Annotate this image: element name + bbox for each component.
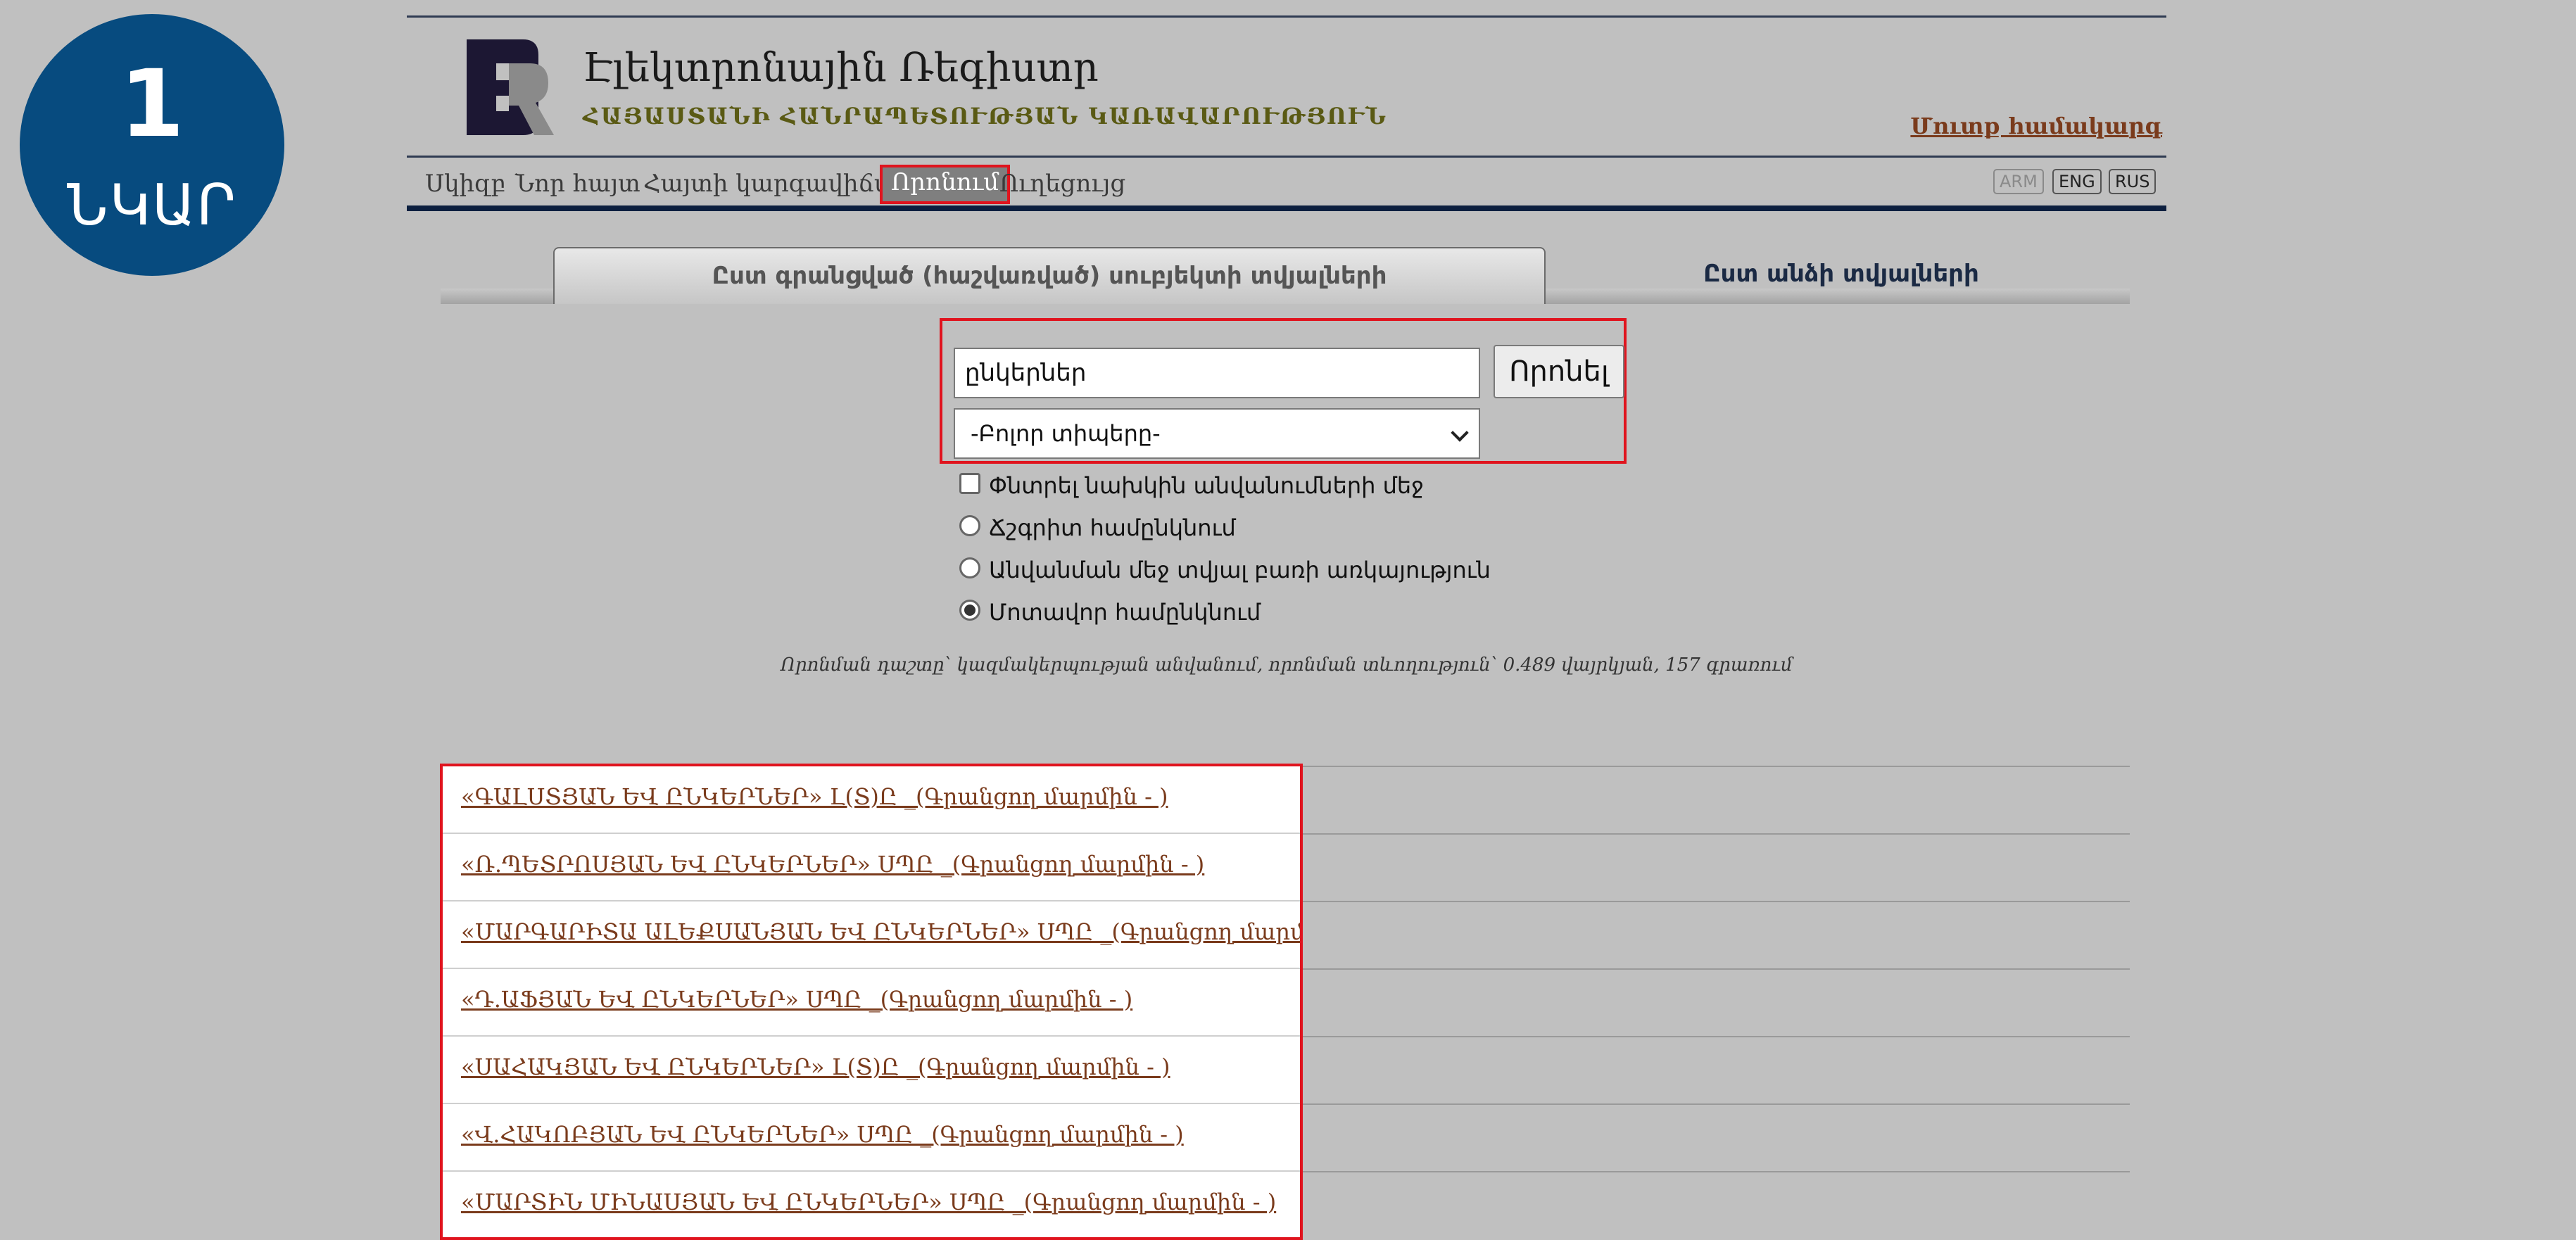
page-container: Էլեկտրոնային Ռեգիստր ՀԱՅԱՍՏԱՆԻ ՀԱՆՐԱՊԵՏՈ… [407,0,2166,1240]
er-logo-icon [467,39,554,135]
step-word: ՆԿԱՐ [67,172,237,238]
exact-match-radio[interactable] [959,515,980,536]
entity-type-select[interactable]: -Բոլոր տիպերը- [954,408,1480,459]
result-row: «ՍԱՀԱԿՅԱՆ ԵՎ ԸՆԿԵՐՆԵՐ» Լ(Տ)Ը _(Գրանցող մ… [443,1037,1300,1104]
result-link[interactable]: «Ռ.ՊԵՏՐՈՍՅԱՆ ԵՎ ԸՆԿԵՐՆԵՐ» ՍՊԸ _(Գրանցող … [461,851,1204,878]
lang-eng-button[interactable]: ENG [2052,169,2102,194]
lang-rus-button[interactable]: RUS [2109,169,2157,194]
previous-names-label: Փնտրել նախկին անվանումների մեջ [989,472,1425,499]
site-title: Էլեկտրոնային Ռեգիստր [583,45,1099,91]
chevron-down-icon [1451,424,1469,442]
result-row: «Ռ.ՊԵՏՐՈՍՅԱՆ ԵՎ ԸՆԿԵՐՆԵՐ» ՍՊԸ _(Գրանցող … [443,834,1300,901]
nav-application-status[interactable]: Հայտի կարգավիճակ [643,166,911,201]
search-button[interactable]: Որոնել [1494,345,1624,398]
nav-bottom-rule [407,205,2166,211]
result-link[interactable]: «ՍԱՀԱԿՅԱՆ ԵՎ ԸՆԿԵՐՆԵՐ» Լ(Տ)Ը _(Գրանցող մ… [461,1054,1170,1080]
result-link[interactable]: «Դ.ԱՖՅԱՆ ԵՎ ԸՆԿԵՐՆԵՐ» ՍՊԸ _(Գրանցող մարմ… [461,986,1132,1013]
tab-by-person[interactable]: Ըստ անձի տվյալների [1553,247,2130,300]
result-row: «ՄԱՐԳԱՐԻՏԱ ԱԼԵՔՍԱՆՅԱՆ ԵՎ ԸՆԿԵՐՆԵՐ» ՍՊԸ _… [443,901,1300,969]
step-badge: 1 ՆԿԱՐ [20,14,284,276]
header-top-rule [407,15,2166,18]
result-link[interactable]: «ՄԱՐԳԱՐԻՏԱ ԱԼԵՔՍԱՆՅԱՆ ԵՎ ԸՆԿԵՐՆԵՐ» ՍՊԸ _… [461,918,1300,945]
result-row: «ՄԱՐՏԻՆ ՄԻՆԱՍՅԱՆ ԵՎ ԸՆԿԵՐՆԵՐ» ՍՊԸ _(Գրան… [443,1172,1300,1237]
nav-guide[interactable]: Ուղեցույց [999,166,1125,201]
exact-match-label: Ճշգրիտ համընկնում [989,514,1236,541]
results-list-highlight: «ԳԱԼՍՏՅԱՆ ԵՎ ԸՆԿԵՐՆԵՐ» Լ(Տ)Ը _(Գրանցող մ… [440,764,1303,1240]
nav-home[interactable]: Սկիզբ [425,166,505,201]
approximate-match-radio[interactable] [959,600,980,621]
search-form-highlight: Որոնել -Բոլոր տիպերը- [940,318,1627,464]
login-link[interactable]: Մուտք համակարգ [1910,113,2162,139]
result-row: «ԳԱԼՍՏՅԱՆ ԵՎ ԸՆԿԵՐՆԵՐ» Լ(Տ)Ը _(Գրանցող մ… [443,766,1300,834]
search-info-note: Որոնման դաշտը՝ կազմակերպության անվանում,… [781,654,1793,676]
result-link[interactable]: «ԳԱԼՍՏՅԱՆ ԵՎ ԸՆԿԵՐՆԵՐ» Լ(Տ)Ը _(Գրանցող մ… [461,783,1168,810]
entity-type-selected: -Բոլոր տիպերը- [971,420,1161,447]
approximate-match-label: Մոտավոր համընկնում [989,599,1261,626]
step-number: 1 [120,50,184,158]
main-nav: Սկիզբ Նոր հայտ Հայտի կարգավիճակ Որոնում … [407,158,2166,207]
search-tabs: Ըստ գրանցված (հաշվառված) սուբյեկտի տվյալ… [441,244,2130,304]
result-row: «Վ.ՀԱԿՈԲՅԱՆ ԵՎ ԸՆԿԵՐՆԵՐ» ՍՊԸ _(Գրանցող մ… [443,1104,1300,1172]
tab-by-registered-entity[interactable]: Ըստ գրանցված (հաշվառված) սուբյեկտի տվյալ… [553,247,1546,304]
result-link[interactable]: «Վ.ՀԱԿՈԲՅԱՆ ԵՎ ԸՆԿԵՐՆԵՐ» ՍՊԸ _(Գրանցող մ… [461,1121,1184,1148]
site-subtitle: ՀԱՅԱՍՏԱՆԻ ՀԱՆՐԱՊԵՏՈՒԹՅԱՆ ԿԱՌԱՎԱՐՈՒԹՅՈՒՆ [583,103,1387,129]
nav-search[interactable]: Որոնում [880,165,1011,204]
contains-word-label: Անվանման մեջ տվյալ բառի առկայություն [989,557,1491,583]
result-link[interactable]: «ՄԱՐՏԻՆ ՄԻՆԱՍՅԱՆ ԵՎ ԸՆԿԵՐՆԵՐ» ՍՊԸ _(Գրան… [461,1189,1276,1215]
contains-word-radio[interactable] [959,557,980,578]
result-row: «Դ.ԱՖՅԱՆ ԵՎ ԸՆԿԵՐՆԵՐ» ՍՊԸ _(Գրանցող մարմ… [443,969,1300,1037]
nav-new-application[interactable]: Նոր հայտ [515,166,640,201]
search-input[interactable] [954,348,1480,398]
lang-arm-button[interactable]: ARM [1993,169,2044,194]
previous-names-checkbox[interactable] [959,473,980,494]
